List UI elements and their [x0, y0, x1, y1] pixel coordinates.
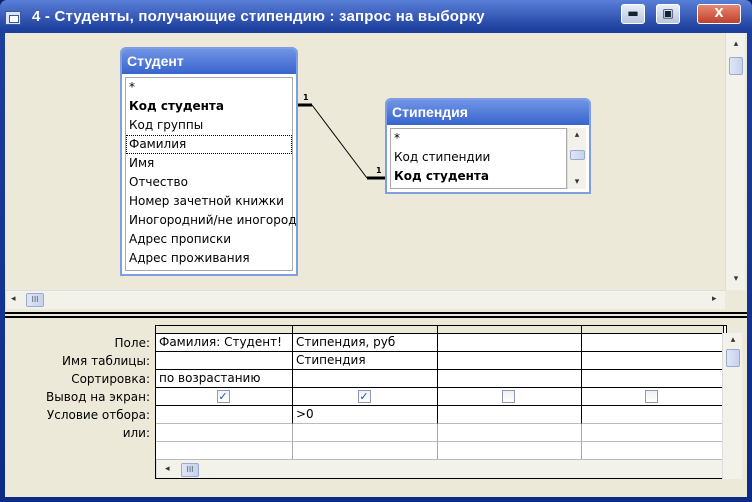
grid-cell-table[interactable]: Стипендия: [293, 352, 438, 370]
maximize-button[interactable]: ▣: [656, 4, 680, 24]
close-button[interactable]: X: [697, 4, 741, 24]
grid-cell-or[interactable]: [582, 424, 724, 442]
row-label: Поле:: [114, 336, 150, 350]
field-list[interactable]: * Код студента Код группы Фамилия Имя Отчеств…: [125, 77, 296, 271]
relationship-line[interactable]: 1 1: [5, 33, 747, 310]
grid-cell-field[interactable]: [438, 334, 582, 352]
grid-cell-table[interactable]: [582, 352, 724, 370]
row-label: Вывод на экран:: [46, 390, 150, 404]
field-list-scrollbar[interactable]: ▴ ▾: [567, 128, 586, 189]
grid-cell[interactable]: [156, 442, 293, 460]
grid-cell-criteria[interactable]: [156, 406, 293, 424]
grid-cell[interactable]: [582, 442, 724, 460]
column-selector[interactable]: [438, 326, 582, 334]
scroll-down-arrow-icon[interactable]: ▾: [726, 274, 746, 284]
upper-vertical-scrollbar[interactable]: ▴ ▾: [725, 33, 745, 290]
grid-horizontal-scrollbar[interactable]: ◂ III: [156, 459, 726, 478]
scroll-thumb[interactable]: [570, 150, 585, 160]
field-list[interactable]: * Код стипендии Код студента: [390, 128, 567, 189]
grid-cell-show[interactable]: ✓: [156, 388, 293, 406]
grid-cell-sort[interactable]: [582, 370, 724, 388]
minimize-button[interactable]: ▬: [621, 4, 645, 24]
row-label: Сортировка:: [71, 372, 150, 386]
field-item[interactable]: Код студента: [126, 97, 292, 116]
show-checkbox[interactable]: [502, 390, 515, 403]
scroll-up-arrow-icon[interactable]: ▴: [568, 130, 586, 140]
grid-cell-or[interactable]: [293, 424, 438, 442]
grid-cell-show[interactable]: ✓: [293, 388, 438, 406]
column-selector[interactable]: [156, 326, 293, 334]
show-checkbox[interactable]: ✓: [216, 390, 230, 403]
scroll-left-arrow-icon[interactable]: ◂: [11, 294, 16, 304]
field-item[interactable]: *: [126, 78, 292, 97]
one-label-left: 1: [303, 93, 309, 102]
grid-cell-show[interactable]: [438, 388, 582, 406]
field-item[interactable]: Имя: [126, 154, 292, 173]
table-title[interactable]: Студент: [122, 49, 296, 74]
grid-cell-show[interactable]: [582, 388, 724, 406]
scroll-left-arrow-icon[interactable]: ◂: [165, 464, 170, 474]
field-item[interactable]: Код студента: [391, 167, 566, 186]
design-grid-pane: Поле: Имя таблицы: Сортировка: Вывод на экр…: [5, 320, 747, 497]
field-item[interactable]: *: [391, 129, 566, 148]
scroll-thumb[interactable]: III: [26, 293, 44, 307]
grid-cell-table[interactable]: [438, 352, 582, 370]
query-icon: [5, 11, 21, 25]
grid-cell-field[interactable]: Стипендия, руб: [293, 334, 438, 352]
field-item[interactable]: Фамилия: [126, 135, 292, 154]
grid-cell[interactable]: [438, 442, 582, 460]
grid-cell-sort[interactable]: [293, 370, 438, 388]
upper-horizontal-scrollbar[interactable]: ◂ III ▸: [5, 290, 725, 309]
grid-vertical-scrollbar[interactable]: ▴: [722, 333, 742, 479]
scroll-up-arrow-icon[interactable]: ▴: [726, 39, 746, 49]
table-title[interactable]: Стипендия: [387, 100, 589, 125]
grid-cell-table[interactable]: [156, 352, 293, 370]
scroll-right-arrow-icon[interactable]: ▸: [712, 294, 717, 304]
row-label: или:: [122, 426, 150, 440]
show-checkbox[interactable]: [645, 390, 658, 403]
grid-cell-field[interactable]: Фамилия: Студент!: [156, 334, 293, 352]
grid-cell-or[interactable]: [438, 424, 582, 442]
show-checkbox[interactable]: ✓: [357, 390, 371, 403]
table-stipend[interactable]: Стипендия * Код стипендии Код студента ▴ ▾: [385, 98, 591, 194]
one-label-right: 1: [376, 166, 382, 175]
grid-cell-criteria[interactable]: >0: [293, 406, 438, 424]
table-pane: 1 1 Студент * Код студента Код группы Фамил…: [5, 33, 747, 310]
scroll-thumb[interactable]: III: [181, 463, 199, 477]
table-student[interactable]: Студент * Код студента Код группы Фамилия Им…: [120, 47, 298, 276]
grid-cell-criteria[interactable]: [438, 406, 582, 424]
row-label: Имя таблицы:: [62, 354, 150, 368]
grid-cell-criteria[interactable]: [582, 406, 724, 424]
grid-cell-sort[interactable]: [438, 370, 582, 388]
grid-cell[interactable]: [293, 442, 438, 460]
window-title: 4 - Студенты, получающие стипендию : зап…: [32, 8, 485, 25]
grid-cell-sort[interactable]: по возрастанию: [156, 370, 293, 388]
field-item[interactable]: Код стипендии: [391, 148, 566, 167]
field-item[interactable]: Отчество: [126, 173, 292, 192]
field-item[interactable]: Адрес прописки: [126, 230, 292, 249]
row-label: Условие отбора:: [46, 408, 150, 422]
client-area: 1 1 Студент * Код студента Код группы Фамил…: [5, 33, 747, 497]
field-item[interactable]: Адрес проживания: [126, 249, 292, 268]
field-item[interactable]: Код группы: [126, 116, 292, 135]
scroll-thumb[interactable]: [726, 349, 740, 367]
column-selector[interactable]: [582, 326, 724, 334]
field-item[interactable]: Номер зачетной книжки: [126, 192, 292, 211]
grid-cell-field[interactable]: [582, 334, 724, 352]
scroll-up-arrow-icon[interactable]: ▴: [723, 335, 743, 345]
column-selector[interactable]: [293, 326, 438, 334]
field-item[interactable]: Иногородний/не иногородний: [126, 211, 296, 230]
pane-splitter[interactable]: [5, 312, 747, 318]
scroll-down-arrow-icon[interactable]: ▾: [568, 177, 586, 187]
scroll-thumb[interactable]: [729, 57, 743, 75]
design-grid: ◂ III Фамилия: Студент! по возрастанию ✓ Ст…: [155, 325, 727, 479]
query-window: 4 - Студенты, получающие стипендию : зап…: [0, 0, 752, 502]
grid-cell-or[interactable]: [156, 424, 293, 442]
